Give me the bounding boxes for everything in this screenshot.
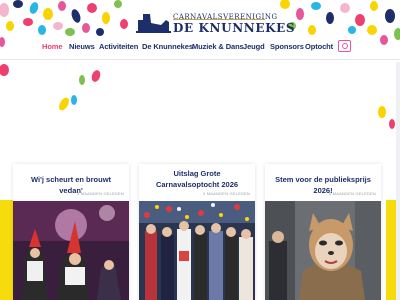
main-navigation: Home Nieuws Activiteiten De Knunnekes Mu… bbox=[0, 37, 400, 57]
nav-item-muziek-dans[interactable]: Muziek & Dans bbox=[192, 42, 244, 51]
nav-item-sponsors[interactable]: Sponsors bbox=[270, 42, 304, 51]
news-card-image[interactable] bbox=[265, 201, 381, 300]
nav-item-activiteiten[interactable]: Activiteiten bbox=[99, 42, 138, 51]
yellow-band-left bbox=[0, 200, 13, 300]
nav-item-jeugd[interactable]: Jeugd bbox=[243, 42, 265, 51]
news-card-date: 3 MAANDEN GELEDEN bbox=[203, 191, 250, 196]
news-card-title[interactable]: Uitslag Grote Carnavalsoptocht 2026 bbox=[145, 168, 249, 190]
news-card[interactable]: Uitslag Grote Carnavalsoptocht 2026 3 MA… bbox=[139, 164, 255, 300]
news-card[interactable]: Wi'j scheurt en brouwt vedan' 3 MAANDEN … bbox=[13, 164, 129, 300]
nav-item-optocht[interactable]: Optocht bbox=[305, 42, 333, 51]
nav-divider bbox=[0, 59, 400, 60]
nav-item-home[interactable]: Home bbox=[42, 42, 63, 51]
news-card-image[interactable] bbox=[13, 201, 129, 300]
scrollbar[interactable] bbox=[396, 62, 400, 300]
nav-item-nieuws[interactable]: Nieuws bbox=[69, 42, 95, 51]
boot-logo-icon bbox=[136, 14, 171, 33]
logo-divider bbox=[173, 19, 265, 20]
camera-icon[interactable] bbox=[338, 40, 351, 52]
news-card[interactable]: Stem voor de publieksprijs 2026! 3 MAAND… bbox=[265, 164, 381, 300]
news-card-date: 3 MAANDEN GELEDEN bbox=[329, 191, 376, 196]
news-card-image[interactable] bbox=[139, 201, 255, 300]
site-logo[interactable]: CARNAVALSVERENIGING DE KNUNNEKES bbox=[133, 10, 295, 35]
logo-title: DE KNUNNEKES bbox=[173, 21, 296, 35]
nav-item-de-knunnekes[interactable]: De Knunnekes bbox=[142, 42, 193, 51]
news-card-date: 3 MAANDEN GELEDEN bbox=[77, 191, 124, 196]
